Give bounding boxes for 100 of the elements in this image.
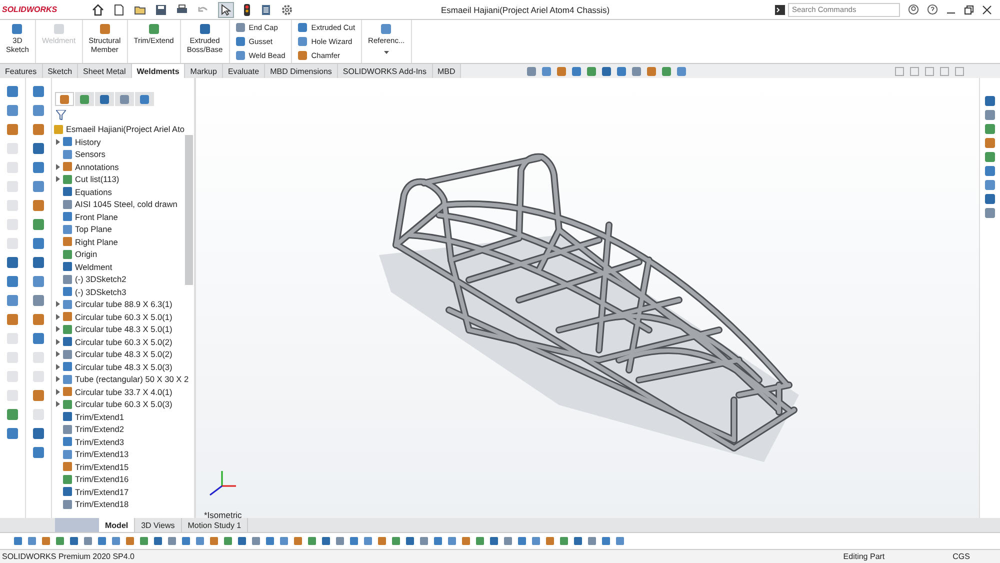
panel-tab[interactable] xyxy=(75,92,94,106)
tree-item[interactable]: Front Plane xyxy=(75,212,118,222)
restore-icon[interactable] xyxy=(964,4,974,14)
tool-icon[interactable] xyxy=(7,409,18,420)
expand-arrow-icon[interactable] xyxy=(56,314,60,320)
tree-item[interactable]: Circular tube 48.3 X 5.0(1) xyxy=(75,324,172,334)
expand-arrow-icon[interactable] xyxy=(56,326,60,332)
tool-icon[interactable] xyxy=(33,314,44,325)
scrollbar[interactable] xyxy=(185,135,193,285)
expand-arrow-icon[interactable] xyxy=(56,176,60,182)
tree-item[interactable]: (-) 3DSketch3 xyxy=(75,286,126,297)
tool-icon[interactable] xyxy=(33,390,44,401)
tool-icon[interactable] xyxy=(33,333,44,344)
tool-icon[interactable] xyxy=(7,428,18,439)
tool-icon[interactable] xyxy=(33,428,44,439)
tool-icon[interactable] xyxy=(33,219,44,230)
tree-item[interactable]: Circular tube 33.7 X 4.0(1) xyxy=(75,386,172,397)
tree-item[interactable]: Equations xyxy=(75,186,112,197)
tree-item[interactable]: Circular tube 48.3 X 5.0(2) xyxy=(75,349,172,360)
close-icon[interactable] xyxy=(982,4,992,14)
tree-item[interactable]: Trim/Extend15 xyxy=(75,462,129,472)
tree-item[interactable]: AISI 1045 Steel, cold drawn xyxy=(75,199,178,210)
tree-item[interactable]: Origin xyxy=(75,249,98,260)
gear-icon[interactable] xyxy=(281,4,293,16)
tool-icon[interactable] xyxy=(33,86,44,97)
command-tab[interactable]: Markup xyxy=(185,64,223,78)
tool-icon[interactable] xyxy=(7,105,18,116)
command-tab[interactable]: Evaluate xyxy=(222,64,266,78)
tree-item[interactable]: Weldment xyxy=(75,262,112,272)
expand-arrow-icon[interactable] xyxy=(56,364,60,370)
select-pointer-button[interactable] xyxy=(218,2,234,18)
tool-icon[interactable] xyxy=(33,105,44,116)
expand-arrow-icon[interactable] xyxy=(56,338,60,345)
tool-icon[interactable] xyxy=(7,124,18,135)
tree-item[interactable]: Top Plane xyxy=(75,224,112,234)
tree-item[interactable]: Sensors xyxy=(75,149,106,160)
save-icon[interactable] xyxy=(155,4,167,16)
tree-item[interactable]: (-) 3DSketch2 xyxy=(75,274,126,284)
expand-arrow-icon[interactable] xyxy=(56,301,60,308)
tool-icon[interactable] xyxy=(33,276,44,287)
traffic-light-icon[interactable] xyxy=(243,4,251,16)
user-icon[interactable] xyxy=(908,4,919,15)
panel-tab[interactable] xyxy=(135,92,154,106)
command-tab[interactable]: MBD Dimensions xyxy=(265,64,338,78)
expand-arrow-icon[interactable] xyxy=(56,138,60,145)
command-tab[interactable]: Weldments xyxy=(132,64,186,78)
tool-icon[interactable] xyxy=(33,447,44,458)
tree-item[interactable]: Trim/Extend18 xyxy=(75,499,129,510)
command-tab[interactable]: MBD xyxy=(432,64,462,78)
panel-tab[interactable] xyxy=(55,92,74,106)
filter-icon[interactable] xyxy=(56,110,66,120)
list-icon[interactable] xyxy=(260,4,272,16)
command-tab[interactable]: Sketch xyxy=(42,64,78,78)
tool-icon[interactable] xyxy=(33,162,44,173)
print-icon[interactable] xyxy=(176,4,188,16)
tree-item[interactable]: Trim/Extend1 xyxy=(75,412,124,422)
expand-arrow-icon[interactable] xyxy=(56,388,60,395)
tool-icon[interactable] xyxy=(33,143,44,154)
caret-icon[interactable] xyxy=(384,51,389,54)
tool-icon[interactable] xyxy=(33,181,44,192)
tree-item[interactable]: Trim/Extend2 xyxy=(75,424,124,434)
panel-tab[interactable] xyxy=(115,92,134,106)
unit-system-label[interactable]: CGS xyxy=(952,552,970,561)
tool-icon[interactable] xyxy=(33,124,44,135)
command-tab[interactable]: Sheet Metal xyxy=(78,64,132,78)
help-icon[interactable] xyxy=(927,4,938,15)
tree-item[interactable]: Trim/Extend3 xyxy=(75,436,124,447)
tool-icon[interactable] xyxy=(33,257,44,268)
tree-item[interactable]: Cut list(113) xyxy=(75,174,120,184)
tree-item[interactable]: Tube (rectangular) 50 X 30 X 2 xyxy=(75,374,189,384)
command-tab[interactable]: SOLIDWORKS Add-Ins xyxy=(338,64,432,78)
tree-root-label[interactable]: Esmaeil Hajiani(Project Ariel Ato xyxy=(66,124,185,134)
expand-arrow-icon[interactable] xyxy=(56,376,60,382)
expand-arrow-icon[interactable] xyxy=(56,164,60,170)
tree-item[interactable]: Circular tube 60.3 X 5.0(1) xyxy=(75,312,172,322)
terminal-icon[interactable] xyxy=(775,4,785,14)
tree-item[interactable]: Trim/Extend13 xyxy=(75,449,129,460)
tool-icon[interactable] xyxy=(7,314,18,325)
folder-icon[interactable] xyxy=(134,4,146,16)
new-document-icon[interactable] xyxy=(113,4,125,16)
command-tab[interactable]: Features xyxy=(0,64,43,78)
tool-icon[interactable] xyxy=(33,238,44,249)
tool-icon[interactable] xyxy=(7,295,18,306)
tree-item[interactable]: Annotations xyxy=(75,162,119,172)
panel-tab[interactable] xyxy=(95,92,114,106)
tree-item[interactable]: Trim/Extend17 xyxy=(75,486,129,497)
tool-icon[interactable] xyxy=(7,86,18,97)
tree-item[interactable]: Right Plane xyxy=(75,236,118,247)
tree-item[interactable]: Circular tube 60.3 X 5.0(2) xyxy=(75,336,172,347)
tool-icon[interactable] xyxy=(7,276,18,287)
expand-arrow-icon[interactable] xyxy=(56,351,60,358)
tree-item[interactable]: Circular tube 48.3 X 5.0(3) xyxy=(75,362,172,372)
expand-arrow-icon[interactable] xyxy=(56,401,60,408)
tree-item[interactable]: Circular tube 60.3 X 5.0(3) xyxy=(75,399,172,410)
tool-icon[interactable] xyxy=(33,200,44,211)
tree-item[interactable]: Trim/Extend16 xyxy=(75,474,129,484)
tool-icon[interactable] xyxy=(7,257,18,268)
tree-item[interactable]: Circular tube 88.9 X 6.3(1) xyxy=(75,299,172,310)
home-icon[interactable] xyxy=(92,4,104,16)
tree-item[interactable]: History xyxy=(75,136,101,147)
